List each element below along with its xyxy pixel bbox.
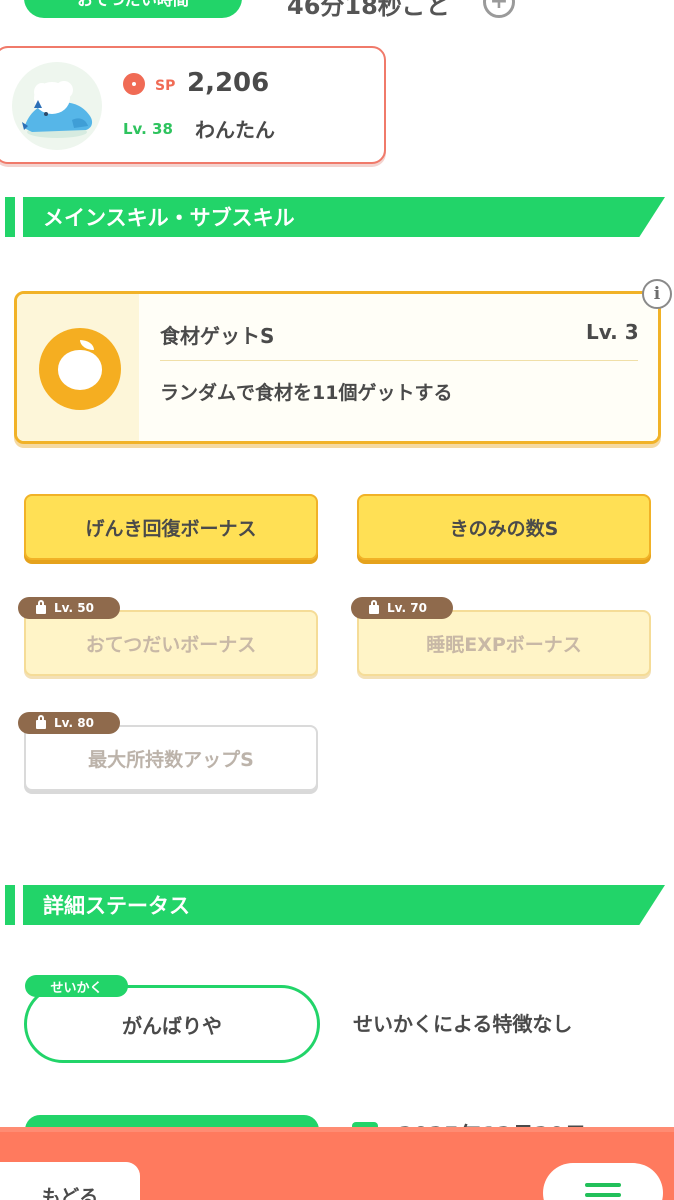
pokemon-card[interactable]: SP 2,206 Lv. 38 わんたん: [0, 46, 386, 164]
unlock-level-badge: Lv. 70: [351, 597, 453, 619]
nature-effect: せいかくによる特徴なし: [353, 1012, 573, 1036]
lock-icon: [36, 715, 46, 729]
info-icon[interactable]: i: [642, 279, 672, 309]
section-header-skills: メインスキル・サブスキル: [23, 197, 665, 237]
section-header-details: 詳細ステータス: [23, 885, 665, 925]
pokemon-name: わんたん: [195, 118, 275, 142]
sub-skill-button-locked[interactable]: おてつだいボーナス: [24, 610, 318, 676]
section-accent: [5, 885, 15, 925]
menu-button[interactable]: [543, 1163, 663, 1200]
main-skill-level: Lv. 3: [586, 320, 639, 344]
nature-tag: せいかく: [25, 975, 128, 997]
menu-icon: [585, 1183, 621, 1187]
sp-ball-icon: [123, 73, 145, 95]
apple-icon: [58, 350, 102, 390]
main-skill-name: 食材ゲットS: [160, 324, 275, 348]
sp-label: SP: [155, 78, 176, 94]
sp-value: 2,206: [187, 68, 270, 98]
unlock-level-text: Lv. 50: [54, 601, 94, 615]
back-button[interactable]: もどる: [0, 1162, 140, 1200]
helper-time-value: 46分18秒ごと: [287, 0, 450, 20]
main-skill-info-panel: [139, 294, 658, 441]
unlock-level-badge: Lv. 50: [18, 597, 120, 619]
lock-icon: [36, 600, 46, 614]
lock-icon: [369, 600, 379, 614]
divider: [160, 360, 638, 361]
pokemon-avatar: [12, 62, 102, 150]
pokemon-level: Lv. 38: [123, 120, 173, 138]
unlock-level-badge: Lv. 80: [18, 712, 120, 734]
helper-time-label: おてつだい時間: [24, 0, 242, 18]
unlock-level-text: Lv. 80: [54, 716, 94, 730]
sub-skill-button[interactable]: きのみの数S: [357, 494, 651, 560]
section-accent: [5, 197, 15, 237]
sub-skill-button[interactable]: げんき回復ボーナス: [24, 494, 318, 560]
menu-icon-line: [585, 1193, 621, 1197]
sub-skill-button-locked[interactable]: 睡眠EXPボーナス: [357, 610, 651, 676]
main-skill-description: ランダムで食材を11個ゲットする: [160, 382, 453, 404]
unlock-level-text: Lv. 70: [387, 601, 427, 615]
sub-skill-button-locked[interactable]: 最大所持数アップS: [24, 725, 318, 791]
main-skill-card[interactable]: 食材ゲットS Lv. 3 ランダムで食材を11個ゲットする: [14, 291, 661, 444]
plus-icon[interactable]: +: [483, 0, 515, 18]
